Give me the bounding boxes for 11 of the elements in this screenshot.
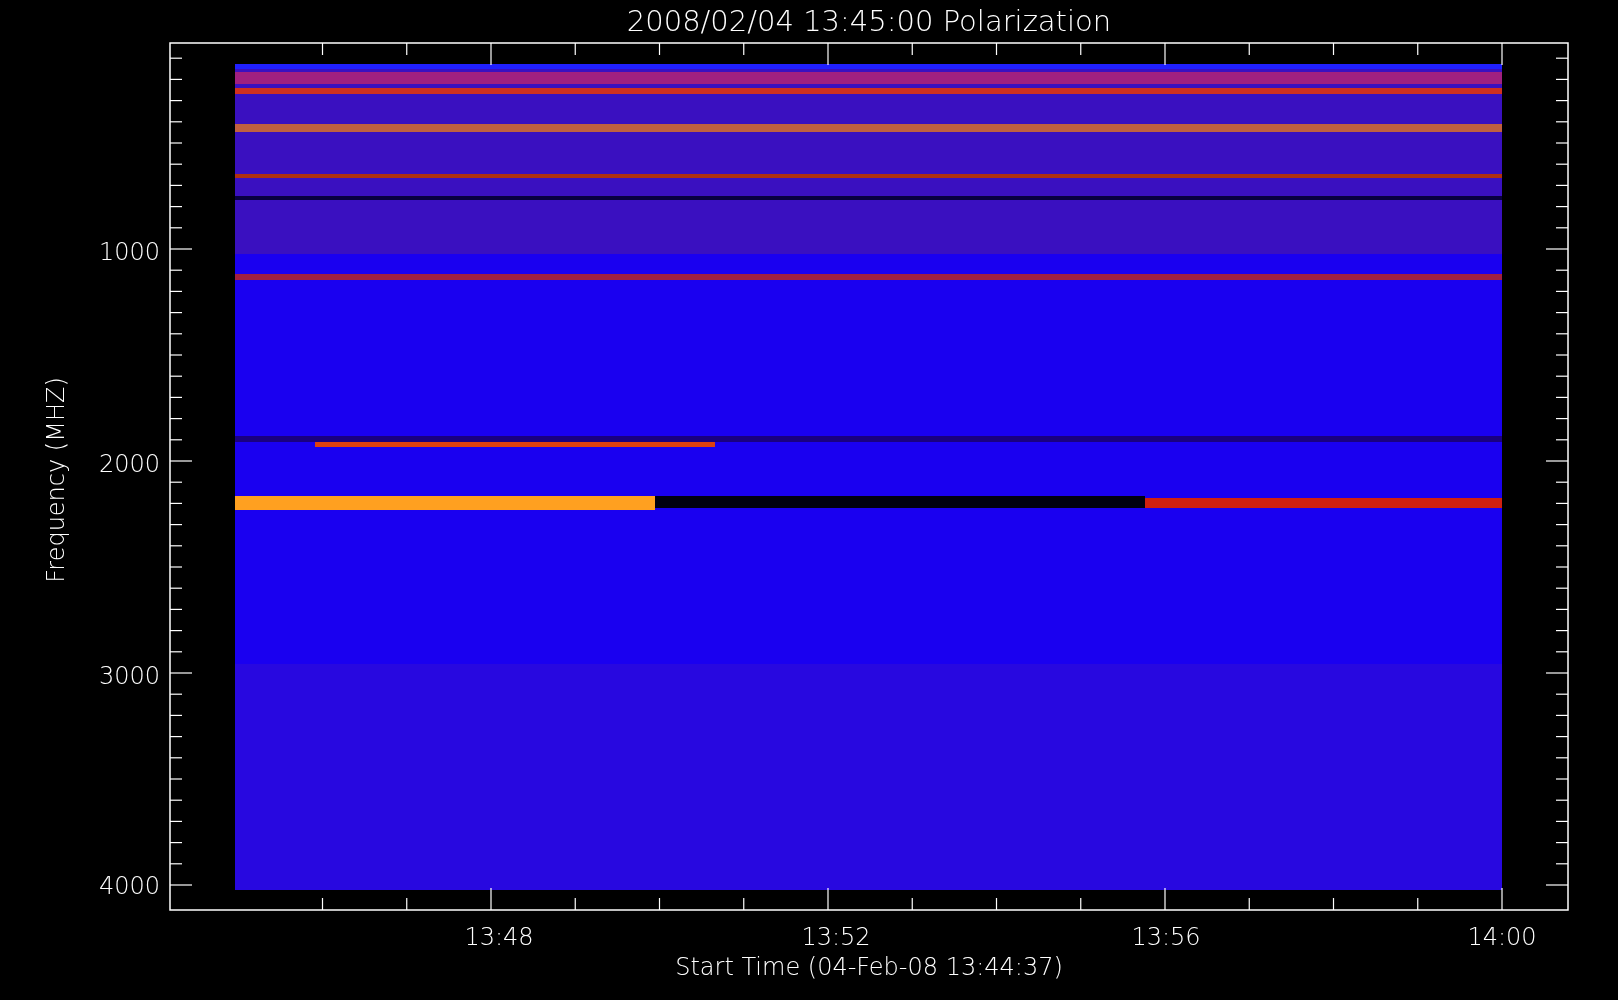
x-tick-label: 13:52 — [801, 923, 871, 951]
y-tick-label: 2000 — [98, 450, 160, 478]
x-axis-label: Start Time (04-Feb-08 13:44:37) — [675, 953, 1063, 981]
y-tick-label: 3000 — [98, 662, 160, 690]
y-tick-label: 4000 — [98, 872, 160, 900]
chart-title: 2008/02/04 13:45:00 Polarization — [626, 4, 1112, 38]
y-tick-label: 1000 — [98, 238, 160, 266]
x-tick-label: 14:00 — [1467, 923, 1537, 951]
y-axis-label: Frequency (MHZ) — [42, 377, 70, 583]
x-tick-label: 13:48 — [464, 923, 534, 951]
x-tick-label: 13:56 — [1131, 923, 1201, 951]
